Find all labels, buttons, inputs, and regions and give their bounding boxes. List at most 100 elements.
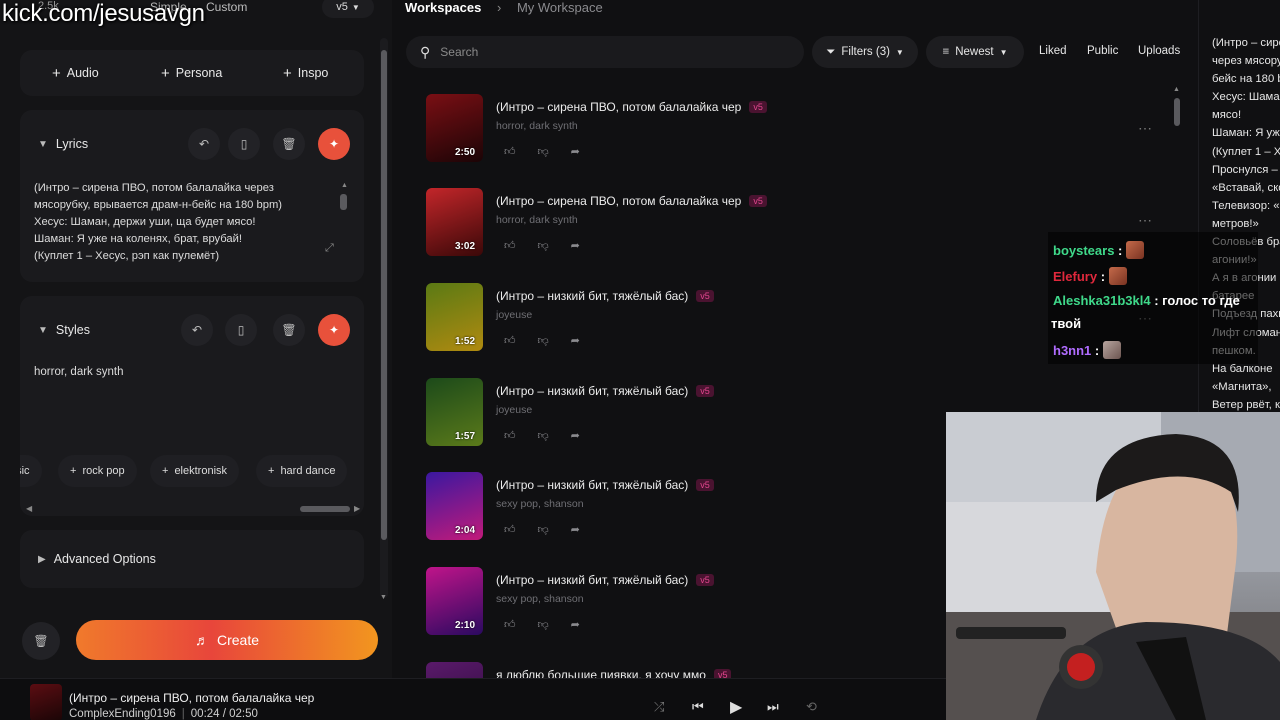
generate-styles-button[interactable]: ✦ <box>318 314 350 346</box>
style-tag[interactable]: + hard dance <box>256 455 348 487</box>
repeat-icon[interactable]: ⟲ <box>806 699 817 715</box>
trash-icon: 🗑 <box>33 634 49 648</box>
scroll-right-icon[interactable]: ▶ <box>354 504 360 513</box>
lyrics-scrollbar[interactable] <box>340 194 347 210</box>
thumbs-down-icon[interactable]: 👎︎ <box>538 618 549 631</box>
add-persona-button[interactable]: + Persona <box>161 58 222 88</box>
scroll-up-icon[interactable]: ▲ <box>1173 86 1180 93</box>
add-inspo-button[interactable]: + Inspo <box>283 58 328 88</box>
previous-icon[interactable]: ⏮ <box>692 699 704 715</box>
uploads-filter[interactable]: Uploads <box>1138 45 1180 57</box>
lyrics-toggle[interactable]: ▼ Lyrics <box>38 137 88 151</box>
song-title[interactable]: (Интро – низкий бит, тяжёлый бас) v5 <box>496 384 714 398</box>
song-genre[interactable]: joyeuse <box>496 309 532 321</box>
advanced-options-toggle[interactable]: ▶ Advanced Options <box>38 552 156 566</box>
song-genre[interactable]: joyeuse <box>496 404 532 416</box>
delete-styles-button[interactable]: 🗑 <box>273 314 305 346</box>
thumbs-down-icon[interactable]: 👎︎ <box>538 523 549 536</box>
thumbs-down-icon[interactable]: 👎︎ <box>538 145 549 158</box>
lyrics-input[interactable]: (Интро – сирена ПВО, потом балалайка чер… <box>34 180 334 265</box>
song-genre[interactable]: horror, dark synth <box>496 120 578 132</box>
thumbs-down-icon[interactable]: 👎︎ <box>538 239 549 252</box>
delete-lyrics-button[interactable]: 🗑 <box>273 128 305 160</box>
share-icon[interactable]: ➦ <box>571 334 580 347</box>
undo-button[interactable]: ↶ <box>188 128 220 160</box>
liked-filter[interactable]: Liked <box>1039 45 1067 57</box>
version-badge: v5 <box>696 479 714 491</box>
generate-lyrics-button[interactable]: ✦ <box>318 128 350 160</box>
song-row[interactable]: 1:52 (Интро – низкий бит, тяжёлый бас) v5 j… <box>424 283 944 363</box>
song-title[interactable]: (Интро – сирена ПВО, потом балалайка чер… <box>496 194 767 208</box>
search-input[interactable]: ⚲ Search <box>406 36 804 68</box>
breadcrumb-workspaces[interactable]: Workspaces <box>405 0 481 15</box>
song-genre[interactable]: sexy pop, shanson <box>496 593 584 605</box>
add-audio-button[interactable]: + Audio <box>52 58 99 88</box>
song-genre[interactable]: horror, dark synth <box>496 214 578 226</box>
thumbs-up-icon[interactable]: 👍︎ <box>504 334 516 347</box>
scroll-up-icon[interactable]: ▲ <box>341 182 348 189</box>
song-row[interactable]: 2:50 (Интро – сирена ПВО, потом балалайка… <box>424 94 944 174</box>
song-row[interactable]: 1:57 (Интро – низкий бит, тяжёлый бас) v5 j… <box>424 378 944 458</box>
panel-scrollbar[interactable] <box>381 50 387 540</box>
song-cover[interactable]: 1:52 <box>426 283 483 351</box>
styles-input[interactable]: horror, dark synth <box>34 366 123 378</box>
filters-button[interactable]: ⏷ Filters (3) ▼ <box>812 36 918 68</box>
version-select[interactable]: v5 ▼ <box>322 0 374 18</box>
scroll-down-icon[interactable]: ▼ <box>380 594 387 601</box>
share-icon[interactable]: ➦ <box>571 239 580 252</box>
style-tag[interactable]: usic <box>20 455 42 487</box>
song-row[interactable]: 2:10 (Интро – низкий бит, тяжёлый бас) v5 s… <box>424 567 944 647</box>
panel-scrollbar-track[interactable] <box>380 38 388 598</box>
song-row[interactable]: 3:02 (Интро – сирена ПВО, потом балалайка… <box>424 188 944 268</box>
tags-scrollbar[interactable] <box>300 506 350 512</box>
share-icon[interactable]: ➦ <box>571 618 580 631</box>
song-cover[interactable]: 3:02 <box>426 188 483 256</box>
song-title-text: (Интро – низкий бит, тяжёлый бас) <box>496 478 689 492</box>
thumbs-up-icon[interactable]: 👍︎ <box>504 523 516 536</box>
song-title[interactable]: (Интро – низкий бит, тяжёлый бас) v5 <box>496 573 714 587</box>
clear-button[interactable]: 🗑 <box>22 622 60 660</box>
player-artist[interactable]: ComplexEnding0196 <box>69 708 176 720</box>
next-icon[interactable]: ⏭ <box>767 699 779 715</box>
share-icon[interactable]: ➦ <box>571 429 580 442</box>
chat-message: Elefury : <box>1053 267 1127 285</box>
share-icon[interactable]: ➦ <box>571 523 580 536</box>
player-title[interactable]: (Интро – сирена ПВО, потом балалайка чер <box>69 691 314 705</box>
scroll-left-icon[interactable]: ◀ <box>26 504 32 513</box>
list-scrollbar[interactable] <box>1174 98 1180 126</box>
song-title[interactable]: (Интро – сирена ПВО, потом балалайка чер… <box>496 100 767 114</box>
song-cover[interactable]: 1:57 <box>426 378 483 446</box>
song-cover[interactable]: 2:50 <box>426 94 483 162</box>
thumbs-up-icon[interactable]: 👍︎ <box>504 618 516 631</box>
style-tag[interactable]: + rock pop <box>58 455 137 487</box>
undo-button[interactable]: ↶ <box>181 314 213 346</box>
more-options-icon[interactable]: ⋯ <box>1138 120 1152 137</box>
public-filter[interactable]: Public <box>1087 45 1118 57</box>
thumbs-down-icon[interactable]: 👎︎ <box>538 334 549 347</box>
song-title[interactable]: (Интро – низкий бит, тяжёлый бас) v5 <box>496 289 714 303</box>
sort-button[interactable]: ≡ Newest ▼ <box>926 36 1024 68</box>
bookmark-button[interactable]: ▯ <box>228 128 260 160</box>
share-icon[interactable]: ➦ <box>571 145 580 158</box>
thumbs-up-icon[interactable]: 👍︎ <box>504 239 516 252</box>
tab-custom[interactable]: Custom <box>206 0 247 14</box>
bookmark-button[interactable]: ▯ <box>225 314 257 346</box>
more-options-icon[interactable]: ⋯ <box>1138 212 1152 229</box>
create-button[interactable]: ♬ Create <box>76 620 378 660</box>
player-cover[interactable] <box>30 684 62 720</box>
song-genre[interactable]: sexy pop, shanson <box>496 498 584 510</box>
song-row[interactable]: 2:04 (Интро – низкий бит, тяжёлый бас) v5 s… <box>424 472 944 552</box>
thumbs-up-icon[interactable]: 👍︎ <box>504 145 516 158</box>
song-actions: 👍︎ 👎︎ ➦ <box>504 429 580 442</box>
thumbs-up-icon[interactable]: 👍︎ <box>504 429 516 442</box>
advanced-options-card[interactable]: ▶ Advanced Options <box>20 530 364 588</box>
style-tag[interactable]: + elektronisk <box>150 455 240 487</box>
thumbs-down-icon[interactable]: 👎︎ <box>538 429 549 442</box>
styles-toggle[interactable]: ▼ Styles <box>38 323 90 337</box>
play-icon[interactable]: ▶ <box>730 697 742 717</box>
song-cover[interactable]: 2:10 <box>426 567 483 635</box>
music-note-icon: ♬ <box>194 632 209 648</box>
shuffle-icon[interactable]: ⤮ <box>654 699 664 715</box>
song-cover[interactable]: 2:04 <box>426 472 483 540</box>
song-title[interactable]: (Интро – низкий бит, тяжёлый бас) v5 <box>496 478 714 492</box>
